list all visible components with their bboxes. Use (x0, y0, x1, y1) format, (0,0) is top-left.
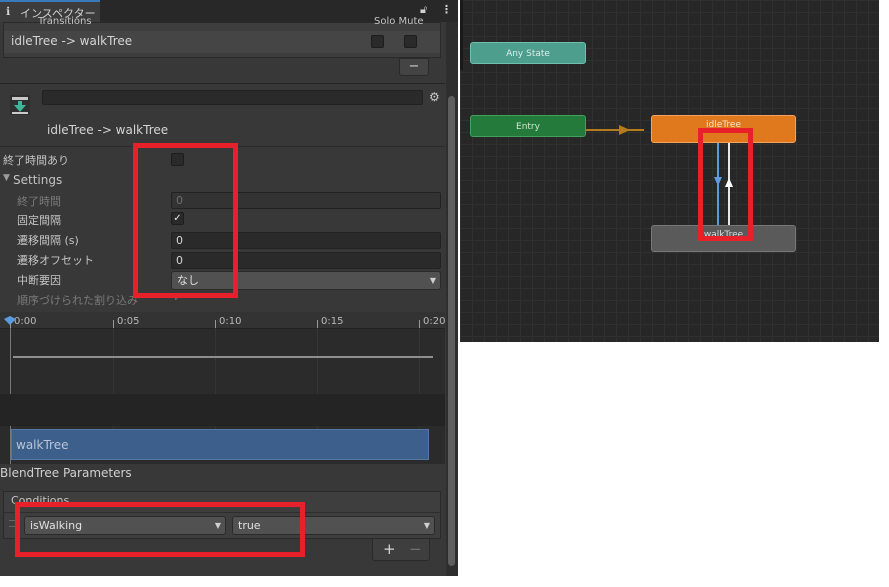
entry-node[interactable]: Entry (470, 115, 586, 137)
tick-label-2: 0:10 (219, 316, 242, 327)
tick-label-4: 0:20 (423, 316, 446, 327)
tick-mark (215, 320, 216, 328)
settings-foldout-label[interactable]: Settings (13, 173, 62, 187)
has-exit-time-label: 終了時間あり (3, 154, 69, 167)
tick-label-1: 0:05 (117, 316, 140, 327)
animator-graph[interactable]: Any State Entry idleTree walkTree (460, 0, 879, 342)
interruption-source-label: 中断要因 (17, 274, 61, 287)
blendtree-parameters-label: BlendTree Parameters (0, 466, 132, 480)
scrollbar-thumb[interactable] (448, 96, 455, 566)
divider (0, 83, 445, 84)
tick-mark (419, 320, 420, 328)
remove-transition-button[interactable]: − (399, 58, 429, 76)
solo-checkbox[interactable] (371, 35, 384, 48)
graph-edge (460, 0, 463, 70)
transition-icon (10, 95, 30, 115)
ordered-interruption-label: 順序づけられた割り込み (17, 294, 138, 307)
destination-state-label: walkTree (16, 438, 69, 452)
tick-mark (317, 320, 318, 328)
timeline-ruler: 0:00 0:05 0:10 0:15 0:20 (0, 312, 445, 329)
duration-label: 遷移間隔 (s) (17, 234, 79, 247)
transition-timeline: 0:00 0:05 0:10 0:15 0:20 walkTree (0, 312, 445, 464)
transitions-header: Transitions (38, 16, 92, 27)
offset-label: 遷移オフセット (17, 254, 94, 267)
transition-row-label: idleTree -> walkTree (11, 34, 133, 48)
remove-condition-button[interactable]: − (409, 540, 422, 558)
destination-state-bar[interactable]: walkTree (11, 429, 429, 460)
page-title: idleTree -> walkTree (47, 123, 169, 137)
info-icon: ℹ (6, 5, 11, 18)
add-condition-button[interactable]: + (383, 540, 396, 558)
settings-gear-icon[interactable]: ⚙ (429, 90, 440, 104)
highlight-transition-box (698, 128, 753, 241)
inspector-panel: ℹ インスペクター 🔓︎ ⋮ Transitions Solo Mute idl… (0, 0, 458, 576)
any-state-node[interactable]: Any State (470, 42, 586, 64)
tick-label-3: 0:15 (321, 316, 344, 327)
settings-foldout-arrow-icon[interactable]: ▼ (3, 173, 10, 183)
timeline-divider-band (0, 394, 445, 426)
entry-transition-arrow[interactable] (586, 120, 652, 140)
tick-label-0: 0:00 (14, 316, 37, 327)
lock-icon[interactable]: 🔓︎ (420, 3, 427, 17)
mute-checkbox[interactable] (404, 35, 417, 48)
highlight-settings-box (133, 143, 238, 298)
scrollbar-track[interactable] (446, 22, 458, 576)
timeline-playhead-icon[interactable] (4, 316, 16, 326)
chevron-down-icon: ▼ (423, 521, 430, 530)
exit-time-label: 終了時間 (17, 195, 61, 208)
transitions-list: Transitions Solo Mute idleTree -> walkTr… (3, 16, 441, 58)
chevron-down-icon: ▼ (429, 276, 436, 285)
source-state-bar[interactable] (13, 356, 433, 358)
conditions-footer: + − (372, 539, 430, 561)
transition-name-field[interactable] (42, 90, 423, 105)
tick-mark (113, 320, 114, 328)
fixed-duration-label: 固定間隔 (17, 214, 61, 227)
highlight-condition-box (15, 502, 305, 557)
more-options-icon[interactable]: ⋮ (441, 3, 452, 16)
transition-row[interactable]: idleTree -> walkTree (4, 31, 440, 53)
solo-mute-header: Solo Mute (374, 16, 424, 27)
